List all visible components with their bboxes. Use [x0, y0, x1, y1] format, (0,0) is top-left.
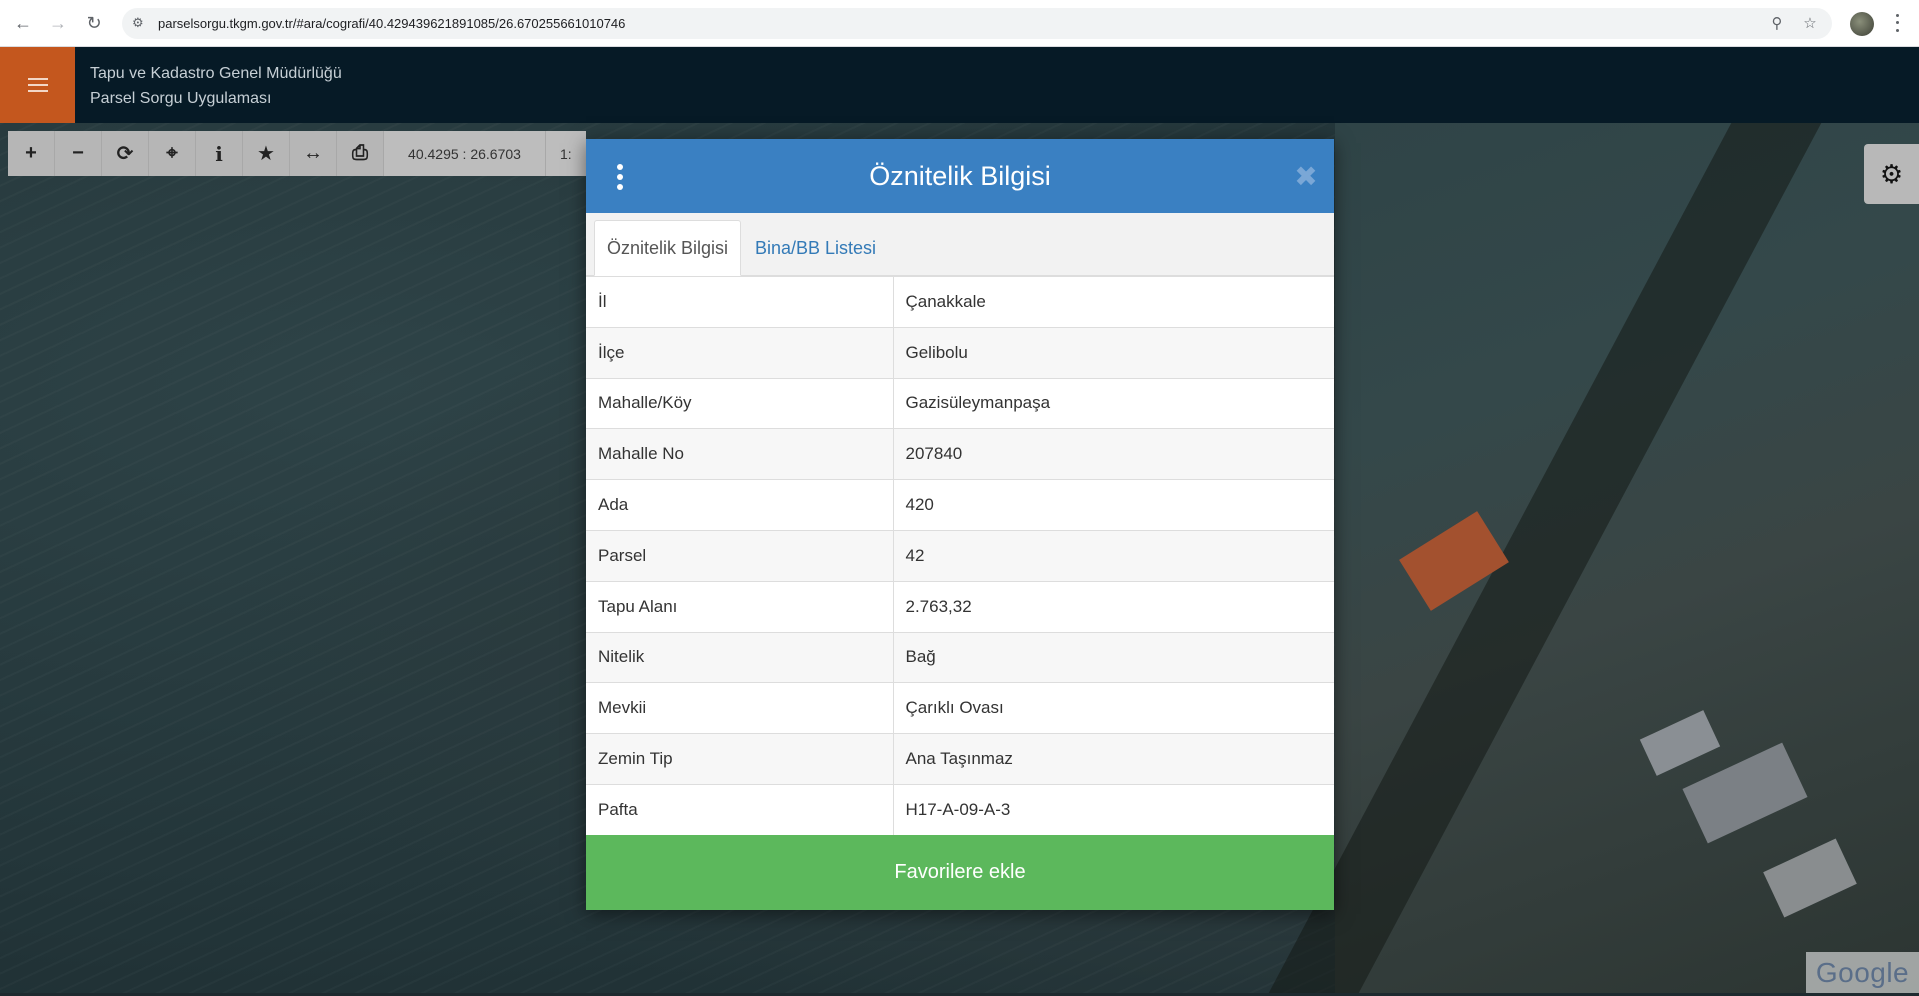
attribute-key: Mevkii [586, 682, 894, 734]
dialog-tabs: Öznitelik Bilgisi Bina/BB Listesi [586, 213, 1334, 276]
attribute-value: Ana Taşınmaz [893, 733, 1334, 785]
forward-icon[interactable]: → [47, 12, 69, 34]
attribute-key: Mahalle/Köy [586, 377, 894, 429]
browser-toolbar: ← → ↻ ⚙ parselsorgu.tkgm.gov.tr/#ara/cog… [0, 0, 1919, 47]
favorites-star-icon[interactable]: ★ [243, 131, 290, 176]
attribute-key: Nitelik [586, 631, 894, 683]
google-logo: Google [1806, 952, 1919, 993]
attribute-key: Zemin Tip [586, 733, 894, 785]
attribute-value: 420 [893, 479, 1334, 531]
attribute-key: Pafta [586, 783, 894, 836]
attribute-value: Çanakkale [893, 276, 1334, 328]
bookmark-star-icon[interactable]: ☆ [1800, 13, 1820, 33]
menu-button[interactable] [0, 47, 75, 123]
attribute-value: H17-A-09-A-3 [893, 783, 1334, 836]
dialog-header: Öznitelik Bilgisi ✖ [586, 139, 1334, 213]
site-info-icon[interactable]: ⚙ [132, 15, 148, 31]
table-row: Tapu Alanı 2.763,32 [586, 580, 1334, 633]
refresh-icon[interactable]: ⟳ [102, 131, 149, 176]
reload-icon[interactable]: ↻ [83, 12, 105, 34]
attribute-value: 2.763,32 [893, 580, 1334, 633]
attribute-key: İl [586, 276, 894, 328]
zoom-in-icon[interactable]: + [8, 131, 55, 176]
browser-menu-icon[interactable] [1893, 12, 1901, 34]
table-row: Mahalle No 207840 [586, 428, 1334, 480]
table-row: Mahalle/Köy Gazisüleymanpaşa [586, 377, 1334, 429]
dialog-title: Öznitelik Bilgisi [869, 160, 1051, 191]
back-icon[interactable]: ← [12, 12, 34, 34]
attribute-info-dialog: Öznitelik Bilgisi ✖ Öznitelik Bilgisi Bi… [586, 139, 1334, 910]
attribute-value: 207840 [893, 428, 1334, 480]
app-title: Tapu ve Kadastro Genel Müdürlüğü Parsel … [90, 61, 342, 111]
attribute-key: Tapu Alanı [586, 580, 894, 633]
zoom-out-icon[interactable]: − [55, 131, 102, 176]
app-header: Tapu ve Kadastro Genel Müdürlüğü Parsel … [0, 47, 1919, 123]
measure-icon[interactable]: ↔ [290, 131, 337, 176]
table-row: Ada 420 [586, 479, 1334, 531]
table-row: Zemin Tip Ana Taşınmaz [586, 733, 1334, 785]
table-row: Mevkii Çarıklı Ovası [586, 682, 1334, 734]
attribute-value: Gelibolu [893, 326, 1334, 379]
profile-avatar[interactable] [1850, 12, 1874, 36]
zoom-icon[interactable]: ⚲ [1767, 13, 1787, 33]
attribute-value: 42 [893, 529, 1334, 582]
map-toolbar: + − ⟳ ⌖ i ★ ↔ ⎙ 40.4295 : 26.6703 1: [8, 131, 586, 176]
table-row: İlçe Gelibolu [586, 326, 1334, 379]
print-icon[interactable]: ⎙ [337, 131, 384, 176]
table-row: Pafta H17-A-09-A-3 [586, 783, 1334, 836]
tab-attribute-info[interactable]: Öznitelik Bilgisi [594, 220, 742, 276]
address-bar[interactable]: ⚙ parselsorgu.tkgm.gov.tr/#ara/cografi/4… [122, 8, 1832, 39]
table-row: İl Çanakkale [586, 276, 1334, 328]
table-row: Nitelik Bağ [586, 631, 1334, 683]
attribute-key: İlçe [586, 326, 894, 379]
attribute-key: Ada [586, 479, 894, 531]
hamburger-icon [27, 78, 48, 92]
attribute-value: Bağ [893, 631, 1334, 683]
attribute-key: Parsel [586, 529, 894, 582]
dialog-menu-icon[interactable] [616, 164, 624, 190]
settings-gear-icon[interactable]: ⚙ [1864, 144, 1919, 204]
coordinate-readout: 40.4295 : 26.6703 [384, 131, 546, 176]
attribute-value: Gazisüleymanpaşa [893, 377, 1334, 429]
attribute-key: Mahalle No [586, 428, 894, 480]
tab-building-list[interactable]: Bina/BB Listesi [743, 220, 888, 276]
url-text[interactable]: parselsorgu.tkgm.gov.tr/#ara/cografi/40.… [158, 16, 625, 31]
add-to-favorites-button[interactable]: Favorilere ekle [586, 835, 1334, 910]
table-row: Parsel 42 [586, 529, 1334, 582]
info-icon[interactable]: i [196, 131, 243, 176]
attribute-value: Çarıklı Ovası [893, 682, 1334, 734]
close-icon[interactable]: ✖ [1291, 161, 1321, 192]
scale-readout: 1: [546, 131, 586, 176]
locate-icon[interactable]: ⌖ [149, 131, 196, 176]
attribute-table: İl Çanakkale İlçe Gelibolu Mahalle/Köy Gazi… [586, 276, 1334, 836]
app-title-line2: Parsel Sorgu Uygulaması [90, 90, 272, 107]
app-title-line1: Tapu ve Kadastro Genel Müdürlüğü [90, 65, 342, 82]
